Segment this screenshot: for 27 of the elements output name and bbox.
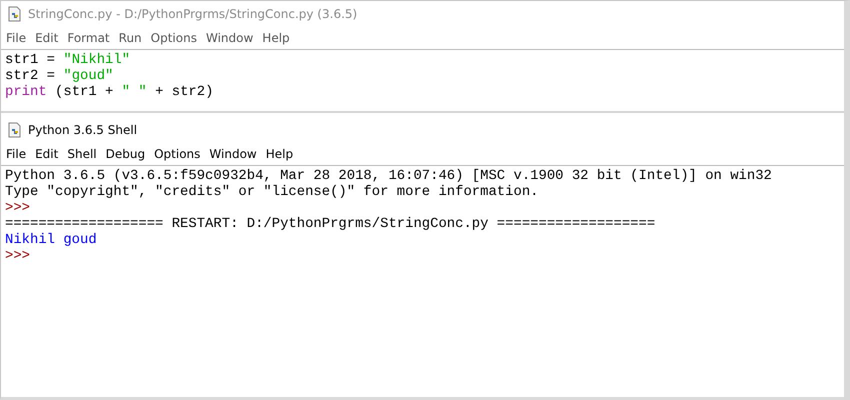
menu-item[interactable]: Format	[64, 31, 116, 45]
shell-output-line: Nikhil goud	[5, 232, 98, 248]
python-file-icon	[7, 6, 23, 22]
menu-item[interactable]: Edit	[32, 147, 64, 161]
shell-output-line: Type "copyright", "credits" or "license()" for more information.	[5, 184, 540, 200]
code-line: str1 = "Nikhil"	[5, 52, 132, 68]
menu-item[interactable]: Edit	[32, 31, 64, 45]
menu-item[interactable]: Run	[116, 31, 148, 45]
menu-item[interactable]: File	[3, 147, 32, 161]
menu-item[interactable]: Help	[259, 31, 296, 45]
window-title: StringConc.py - D:/PythonPrgrms/StringConc.py (3.6.5)	[28, 7, 358, 21]
menu-item[interactable]: Options	[148, 31, 203, 45]
menu-item[interactable]: Window	[202, 31, 260, 45]
menu-item[interactable]: Options	[151, 147, 206, 161]
shell-prompt: >>>	[5, 248, 32, 264]
menu-item[interactable]: Window	[206, 147, 263, 161]
python-file-icon	[7, 122, 23, 138]
shell-output-line: Python 3.6.5 (v3.6.5:f59c0932b4, Mar 28 2018, 16:07:46) [MSC v.1900 32 bit (Intel)] on win32	[5, 168, 773, 184]
shell-prompt: >>>	[5, 200, 32, 216]
menu-item[interactable]: Help	[262, 147, 300, 161]
shell-output-line: =================== RESTART: D:/PythonPrgrms/StringConc.py ===================	[5, 216, 656, 232]
window-title: Python 3.6.5 Shell	[28, 123, 138, 137]
menu-item[interactable]: Debug	[102, 147, 152, 161]
code-line: print (str1 + " " + str2)	[5, 84, 214, 100]
menu-item[interactable]: Shell	[64, 147, 103, 161]
code-line: str2 = "goud"	[5, 68, 114, 84]
menu-item[interactable]: File	[3, 31, 32, 45]
